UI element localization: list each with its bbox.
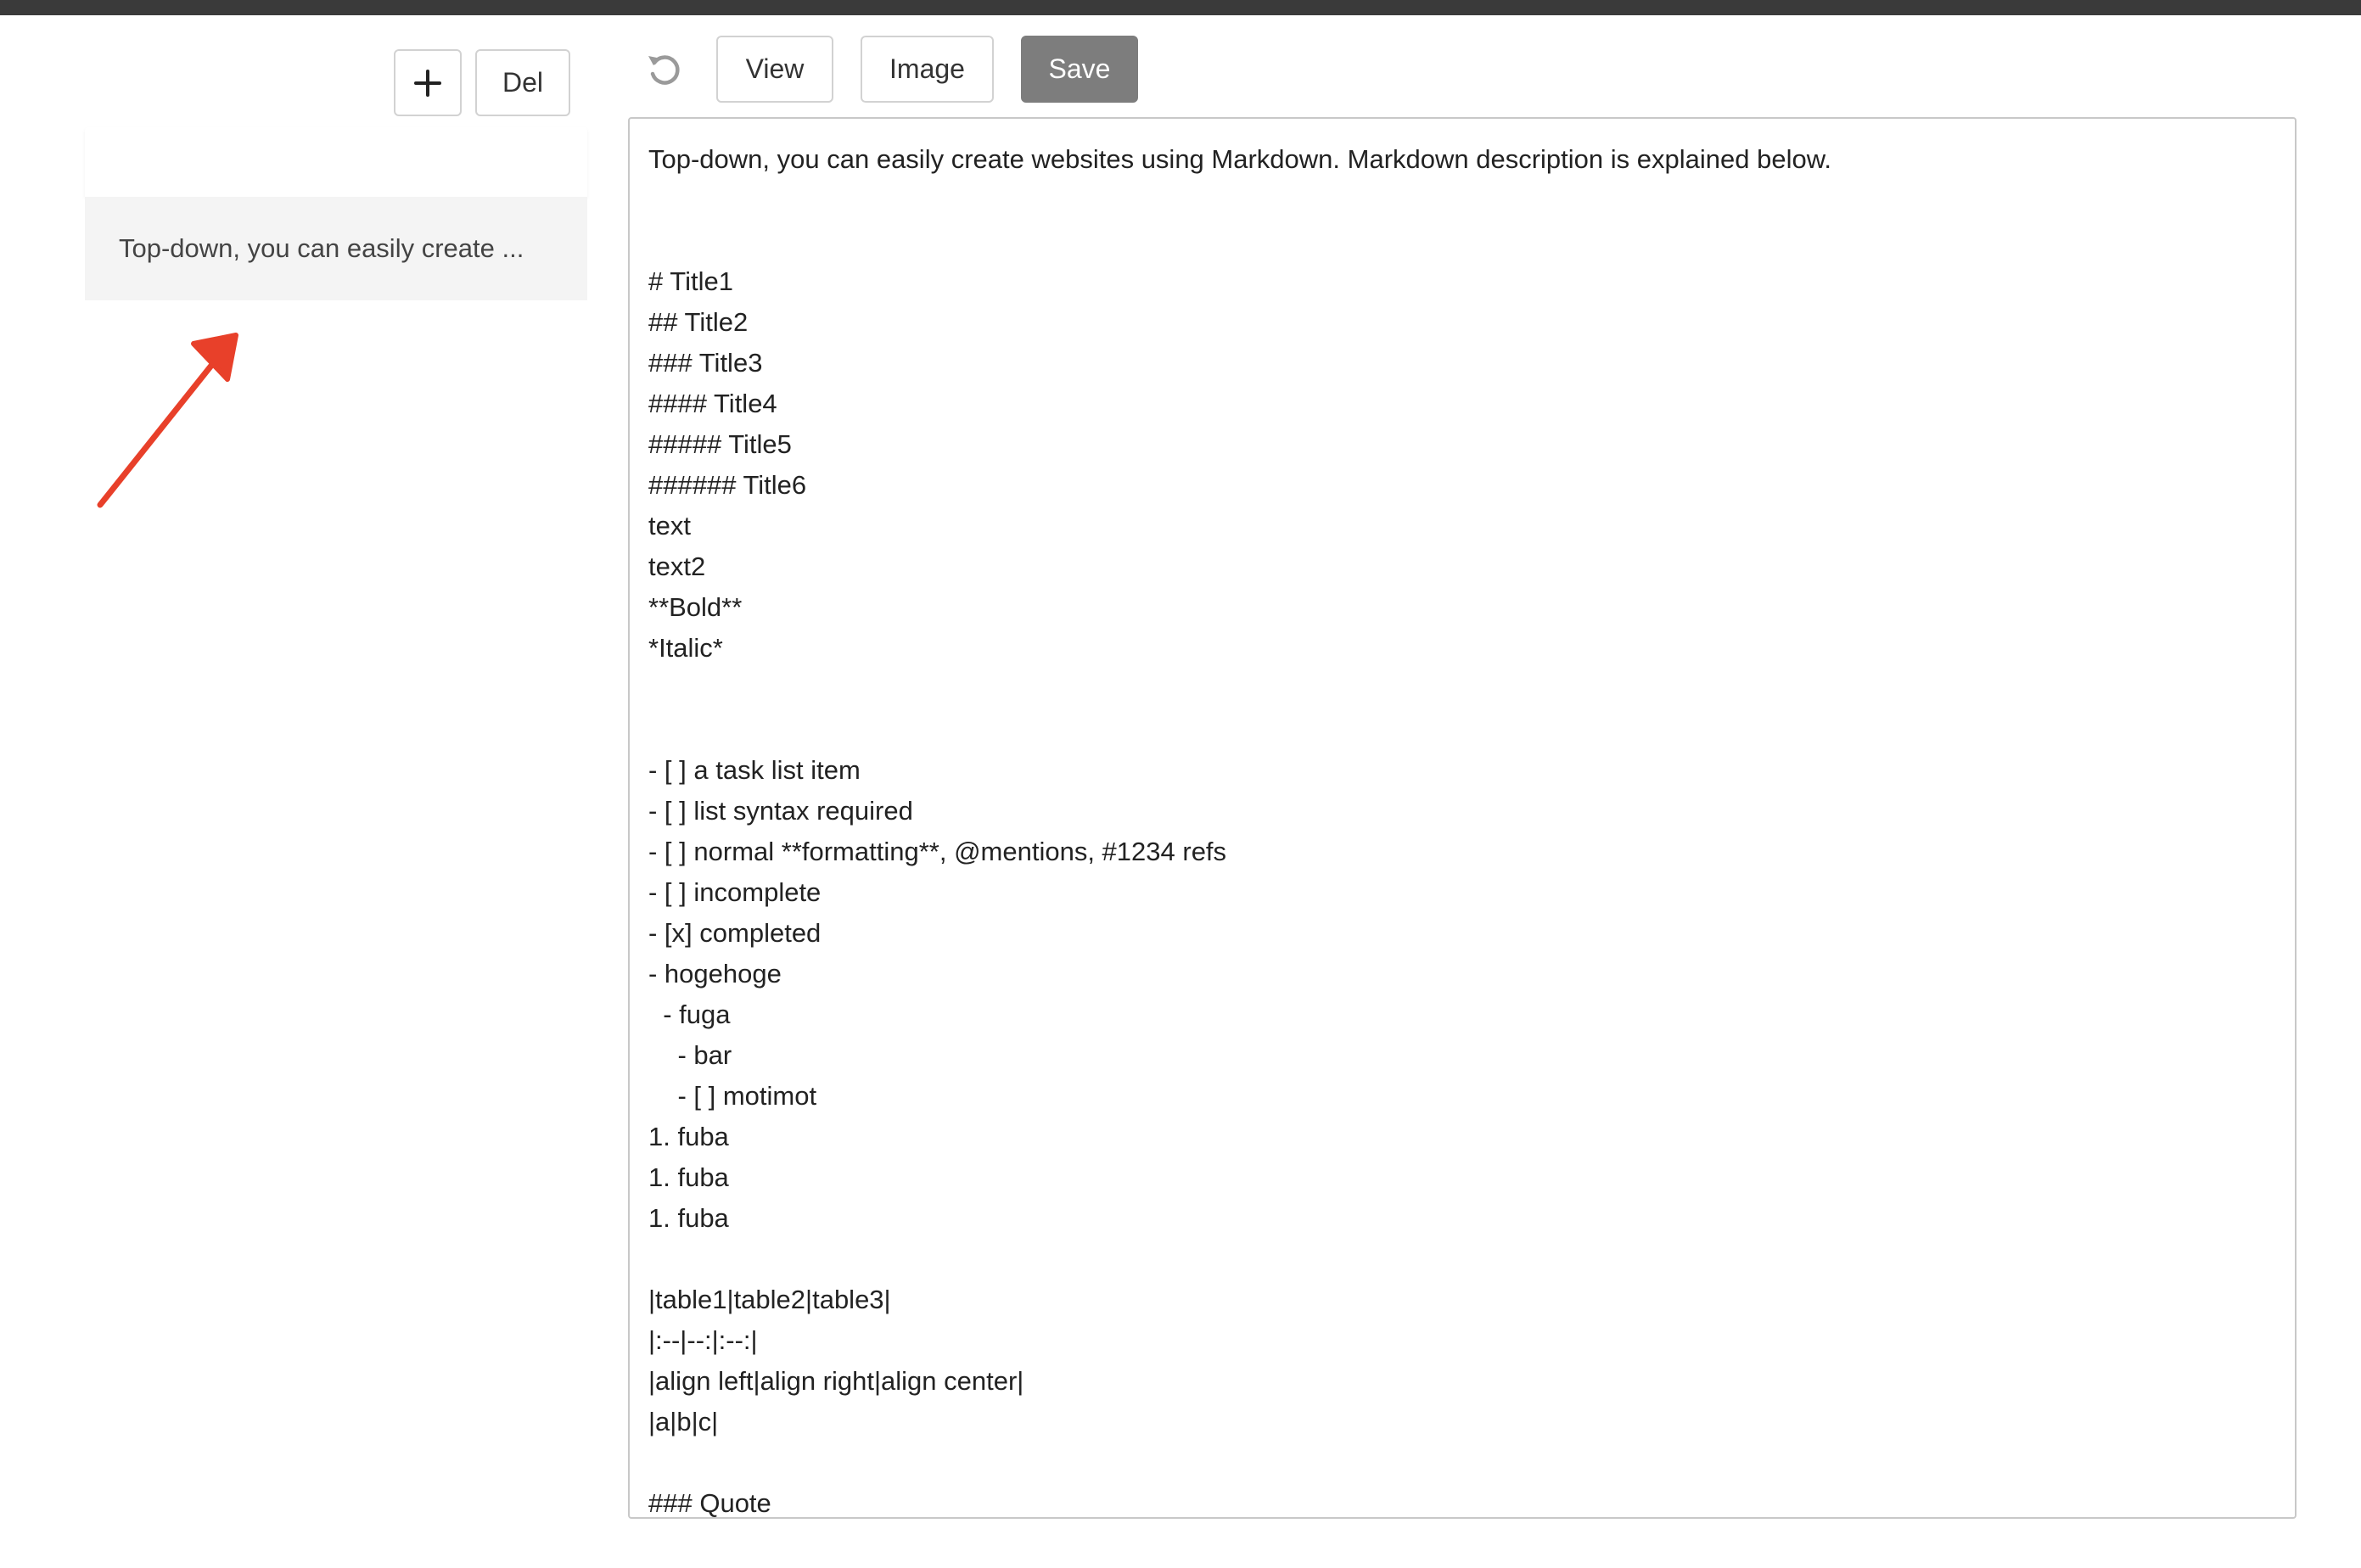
note-list: Top-down, you can easily create ... <box>85 127 587 300</box>
note-list-item-selected[interactable]: Top-down, you can easily create ... <box>85 197 587 300</box>
image-button[interactable]: Image <box>861 36 994 103</box>
markdown-editor[interactable]: Top-down, you can easily create websites… <box>628 117 2297 1519</box>
undo-button[interactable] <box>638 36 689 103</box>
annotation-arrow-icon <box>97 333 238 508</box>
sidebar-toolbar: Del <box>394 49 570 116</box>
undo-icon <box>648 54 680 85</box>
editor-toolbar: View Image Save <box>638 36 1138 103</box>
save-button[interactable]: Save <box>1021 36 1138 103</box>
note-list-item[interactable] <box>85 127 587 197</box>
delete-note-button[interactable]: Del <box>475 49 570 116</box>
view-button[interactable]: View <box>716 36 833 103</box>
note-preview: Top-down, you can easily create ... <box>119 233 524 263</box>
top-bar <box>0 0 2361 15</box>
add-note-button[interactable] <box>394 49 462 116</box>
plus-icon <box>414 69 441 97</box>
